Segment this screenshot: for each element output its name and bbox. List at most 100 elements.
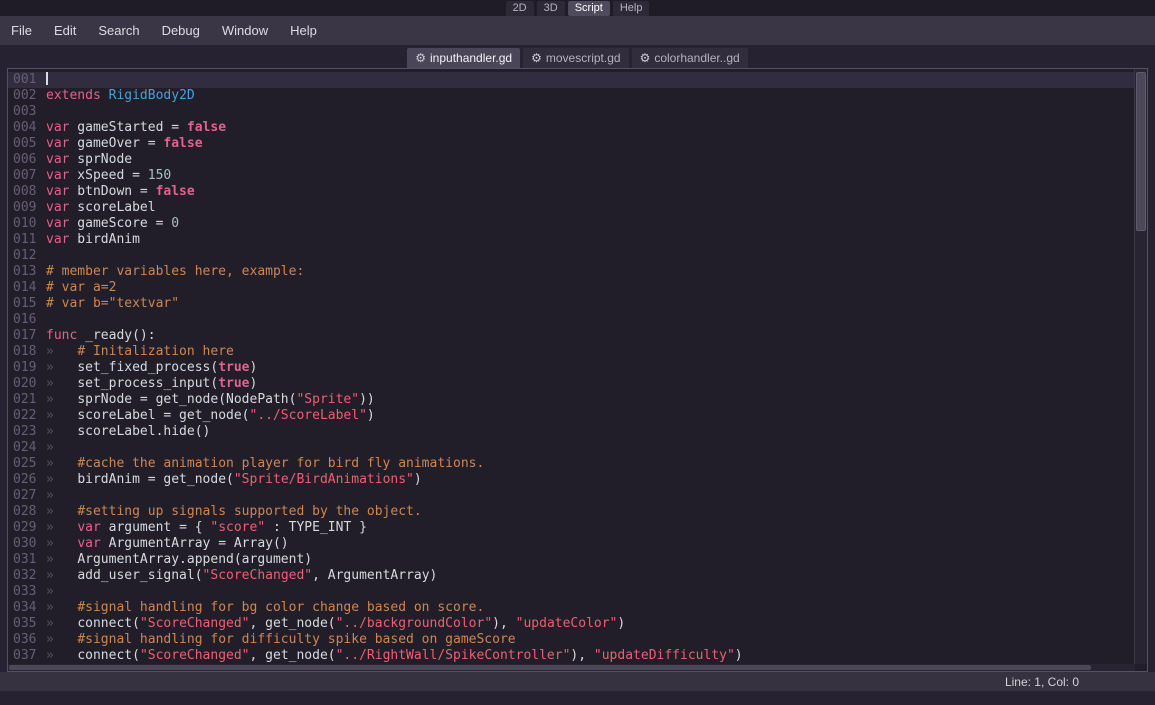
- code-segment: var: [77, 536, 101, 551]
- code-segment: ): [734, 648, 743, 663]
- code-segment: ): [249, 360, 258, 375]
- line-number: 026: [13, 472, 37, 487]
- code-line[interactable]: 024 »: [8, 440, 1147, 456]
- code-segment: func: [46, 328, 78, 343]
- line-number: 016: [13, 312, 37, 327]
- code-text: # member variables here, example:: [46, 264, 304, 279]
- line-number: 007: [13, 168, 37, 183]
- status-bar: Line: 1, Col: 0: [0, 672, 1155, 691]
- code-line[interactable]: 007 var xSpeed = 150: [8, 168, 1147, 184]
- script-tab-inputhandler-gd[interactable]: ⚙ inputhandler.gd: [407, 48, 521, 68]
- line-number: 024: [13, 440, 37, 455]
- code-text: »: [46, 584, 54, 599]
- code-line[interactable]: 020 » set_process_input(true): [8, 376, 1147, 392]
- code-text: var scoreLabel: [46, 200, 156, 215]
- line-number: 010: [13, 216, 37, 231]
- code-line[interactable]: 026 » birdAnim = get_node("Sprite/BirdAni…: [8, 472, 1147, 488]
- code-line[interactable]: 027 »: [8, 488, 1147, 504]
- code-line[interactable]: 008 var btnDown = false: [8, 184, 1147, 200]
- line-number: 013: [13, 264, 37, 279]
- code-line[interactable]: 009 var scoreLabel: [8, 200, 1147, 216]
- code-line[interactable]: 001: [8, 72, 1147, 88]
- code-line[interactable]: 035 » connect("ScoreChanged", get_node(".…: [8, 616, 1147, 632]
- workspace-tab-help[interactable]: Help: [612, 0, 650, 16]
- code-line[interactable]: 034 » #signal handling for bg color chang…: [8, 600, 1147, 616]
- code-line[interactable]: 013 # member variables here, example:: [8, 264, 1147, 280]
- code-text: » #setting up signals supported by the o…: [46, 504, 422, 519]
- code-segment: connect(: [77, 616, 140, 631]
- code-line[interactable]: 036 » #signal handling for difficulty spi…: [8, 632, 1147, 648]
- code-segment: 0: [171, 216, 180, 231]
- code-line[interactable]: 011 var birdAnim: [8, 232, 1147, 248]
- code-line[interactable]: 010 var gameScore = 0: [8, 216, 1147, 232]
- code-segment: »: [46, 472, 78, 487]
- code-line[interactable]: 023 » scoreLabel.hide(): [8, 424, 1147, 440]
- code-line[interactable]: 031 » ArgumentArray.append(argument): [8, 552, 1147, 568]
- code-line[interactable]: 032 » add_user_signal("ScoreChanged", Arg…: [8, 568, 1147, 584]
- code-line[interactable]: 019 » set_fixed_process(true): [8, 360, 1147, 376]
- code-line[interactable]: 003: [8, 104, 1147, 120]
- code-line[interactable]: 037 » connect("ScoreChanged", get_node(".…: [8, 648, 1147, 664]
- code-segment: sprNode = get_node(NodePath(: [77, 392, 297, 407]
- code-segment: set_process_input(: [77, 376, 219, 391]
- horizontal-scrollbar[interactable]: [8, 664, 1135, 671]
- code-text: # var a=2: [46, 280, 116, 295]
- code-line[interactable]: 021 » sprNode = get_node(NodePath("Sprite…: [8, 392, 1147, 408]
- line-number: 021: [13, 392, 37, 407]
- code-segment: »: [46, 408, 78, 423]
- line-number: 034: [13, 600, 37, 615]
- code-line[interactable]: 014 # var a=2: [8, 280, 1147, 296]
- vertical-scrollbar[interactable]: [1134, 69, 1147, 664]
- code-editor[interactable]: 001 002 extends RigidBody2D 003 004 var gameS…: [7, 68, 1148, 672]
- code-line[interactable]: 029 » var argument = { "score" : TYPE_INT…: [8, 520, 1147, 536]
- menu-window[interactable]: Window: [211, 23, 279, 38]
- code-segment: ArgumentArray = Array(): [100, 536, 289, 551]
- cursor-position: Line: 1, Col: 0: [1004, 674, 1079, 689]
- code-line[interactable]: 033 »: [8, 584, 1147, 600]
- gear-icon: ⚙: [415, 51, 427, 65]
- code-line[interactable]: 006 var sprNode: [8, 152, 1147, 168]
- code-lines[interactable]: 001 002 extends RigidBody2D 003 004 var gameS…: [8, 69, 1147, 664]
- code-line[interactable]: 015 # var b="textvar": [8, 296, 1147, 312]
- code-line[interactable]: 022 » scoreLabel = get_node("../ScoreLabe…: [8, 408, 1147, 424]
- code-text: » birdAnim = get_node("Sprite/BirdAnimat…: [46, 472, 422, 487]
- code-line[interactable]: 030 » var ArgumentArray = Array(): [8, 536, 1147, 552]
- code-segment: set_fixed_process(: [77, 360, 219, 375]
- code-line[interactable]: 017 func _ready():: [8, 328, 1147, 344]
- menu-debug[interactable]: Debug: [151, 23, 211, 38]
- line-number: 019: [13, 360, 37, 375]
- line-number: 005: [13, 136, 37, 151]
- horizontal-scrollbar-thumb[interactable]: [9, 665, 1091, 670]
- menu-edit[interactable]: Edit: [43, 23, 87, 38]
- code-segment: sprNode: [69, 152, 133, 167]
- line-number: 022: [13, 408, 37, 423]
- line-number: 018: [13, 344, 37, 359]
- code-line[interactable]: 018 » # Initalization here: [8, 344, 1147, 360]
- code-line[interactable]: 005 var gameOver = false: [8, 136, 1147, 152]
- menu-search[interactable]: Search: [87, 23, 150, 38]
- workspace-tab-script[interactable]: Script: [567, 0, 610, 16]
- vertical-scrollbar-thumb[interactable]: [1136, 72, 1146, 231]
- code-segment: 150: [147, 168, 172, 183]
- script-tab-colorhandler-gd[interactable]: ⚙ colorhandler..gd: [631, 48, 748, 68]
- code-line[interactable]: 004 var gameStarted = false: [8, 120, 1147, 136]
- code-line[interactable]: 028 » #setting up signals supported by th…: [8, 504, 1147, 520]
- line-number: 023: [13, 424, 37, 439]
- code-line[interactable]: 002 extends RigidBody2D: [8, 88, 1147, 104]
- code-line[interactable]: 025 » #cache the animation player for bir…: [8, 456, 1147, 472]
- menu-help[interactable]: Help: [279, 23, 328, 38]
- code-line[interactable]: 016: [8, 312, 1147, 328]
- code-segment: "../ScoreLabel": [249, 408, 367, 423]
- code-text: # var b="textvar": [46, 296, 179, 311]
- code-segment: ),: [570, 648, 594, 663]
- top-bar: 2D 3D Script Help: [0, 0, 1155, 16]
- workspace-tab-3d[interactable]: 3D: [536, 0, 565, 16]
- script-tab-movescript-gd[interactable]: ⚙ movescript.gd: [523, 48, 629, 68]
- menu-file[interactable]: File: [0, 23, 43, 38]
- code-segment: ): [413, 472, 422, 487]
- code-line[interactable]: 012: [8, 248, 1147, 264]
- gear-icon: ⚙: [639, 51, 651, 65]
- code-text: » #signal handling for difficulty spike …: [46, 632, 516, 647]
- workspace-tab-2d[interactable]: 2D: [505, 0, 534, 16]
- code-text: var btnDown = false: [46, 184, 195, 199]
